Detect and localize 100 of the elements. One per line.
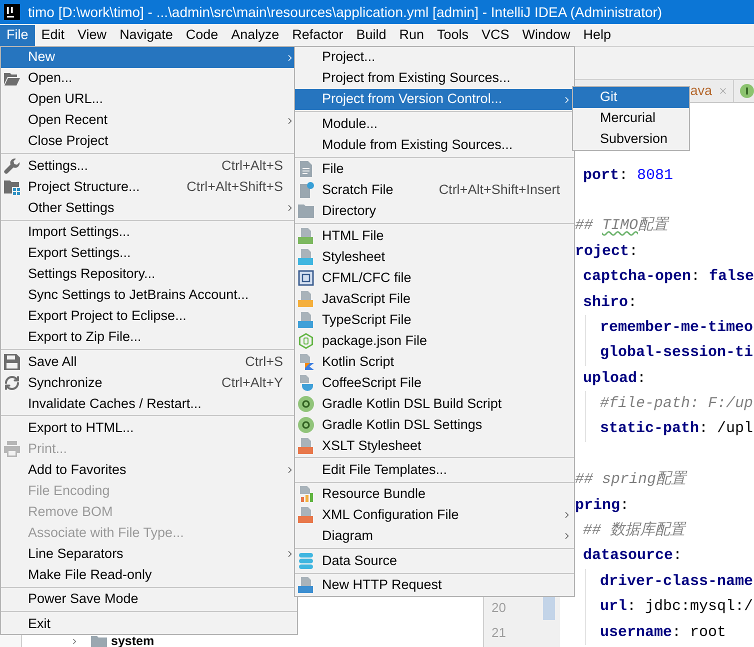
menu-bar-item[interactable]: View bbox=[71, 25, 114, 46]
menu-bar-item[interactable]: Refactor bbox=[286, 25, 350, 46]
menu-item[interactable]: Open... bbox=[1, 68, 297, 89]
menu-item[interactable]: Other Settings bbox=[1, 197, 297, 218]
round-badge-icon bbox=[298, 416, 314, 433]
menu-item[interactable]: XML Configuration File bbox=[295, 504, 574, 526]
menu-bar-item[interactable]: Code bbox=[179, 25, 225, 46]
menu-item[interactable]: Export Project to Eclipse... bbox=[1, 306, 297, 327]
menu-item[interactable]: Export to HTML... bbox=[1, 418, 297, 439]
menu-item[interactable]: Mercurial bbox=[573, 108, 689, 129]
menu-item[interactable]: Power Save Mode bbox=[1, 588, 297, 610]
menu-item[interactable]: Settings Repository... bbox=[1, 264, 297, 285]
code-line: ## TIMO配置 bbox=[575, 217, 668, 236]
shortcut-text: Ctrl+Alt+S bbox=[221, 156, 283, 175]
menu-bar-item[interactable]: VCS bbox=[475, 25, 516, 46]
menu-item[interactable]: TypeScript File bbox=[295, 309, 574, 330]
menu-item[interactable]: HTML File bbox=[295, 225, 574, 246]
menu-item[interactable]: Kotlin Script bbox=[295, 351, 574, 372]
menu-item[interactable]: CFML/CFC file bbox=[295, 267, 574, 288]
tagged-file-icon bbox=[298, 438, 314, 454]
menu-item[interactable]: CoffeeScript File bbox=[295, 372, 574, 394]
tagged-file-icon bbox=[298, 248, 314, 265]
menu-item[interactable]: Scratch File Ctrl+Alt+Shift+Insert bbox=[295, 180, 574, 201]
menu-item[interactable]: Close Project bbox=[1, 131, 297, 152]
code-line: global-session-ti bbox=[600, 344, 754, 362]
menu-item[interactable]: Project from Version Control... bbox=[295, 89, 574, 110]
menu-item[interactable]: Stylesheet bbox=[295, 246, 574, 268]
database-icon bbox=[298, 552, 314, 569]
menu-item[interactable]: Project from Existing Sources... bbox=[295, 68, 574, 89]
menu-item[interactable]: Invalidate Caches / Restart... bbox=[1, 393, 297, 414]
menu-bar-item[interactable]: Tools bbox=[430, 25, 476, 46]
menu-bar-item[interactable]: Navigate bbox=[113, 25, 180, 46]
menu-item[interactable]: Make File Read-only bbox=[1, 564, 297, 586]
menu-item[interactable]: Subversion bbox=[573, 129, 689, 150]
document-chart-icon bbox=[298, 486, 314, 502]
menu-item[interactable]: Gradle Kotlin DSL Settings bbox=[295, 414, 574, 436]
code-line: datasource: bbox=[583, 547, 682, 566]
menu-item[interactable]: Save All Ctrl+S bbox=[1, 351, 297, 372]
open-folder-icon bbox=[4, 70, 20, 86]
menu-bar-item[interactable]: Window bbox=[516, 25, 577, 46]
menu-item[interactable]: Synchronize Ctrl+Alt+Y bbox=[1, 372, 297, 394]
code-line: url: jdbc:mysql:/ bbox=[600, 598, 754, 616]
menu-item[interactable]: Edit File Templates... bbox=[295, 460, 574, 481]
tagged-file-icon bbox=[298, 228, 314, 244]
tagged-file-icon bbox=[298, 290, 314, 307]
menu-bar-item[interactable]: Help bbox=[576, 25, 618, 46]
menu-bar-item[interactable]: File bbox=[0, 25, 35, 46]
menu-item[interactable]: Exit bbox=[1, 613, 297, 634]
code-line: ## spring配置 bbox=[575, 471, 686, 490]
menu-item[interactable]: New bbox=[1, 47, 297, 68]
sync-icon bbox=[4, 374, 20, 391]
menu-item[interactable]: JavaScript File bbox=[295, 288, 574, 310]
round-badge-icon bbox=[298, 396, 314, 412]
menu-item[interactable]: Settings... Ctrl+Alt+S bbox=[1, 155, 297, 176]
document-icon bbox=[298, 161, 314, 178]
menu-item[interactable]: Line Separators bbox=[1, 544, 297, 565]
tagged-file-icon bbox=[298, 312, 314, 328]
menu-item[interactable]: Import Settings... bbox=[1, 222, 297, 243]
tagged-file-icon bbox=[298, 507, 314, 524]
menu-item[interactable]: Directory bbox=[295, 200, 574, 222]
menu-bar-item[interactable]: Run bbox=[392, 25, 430, 46]
menu-item[interactable]: New HTTP Request bbox=[295, 574, 574, 596]
caret-icon bbox=[70, 636, 79, 646]
menu-bar-item[interactable]: Analyze bbox=[224, 25, 286, 46]
menu-item[interactable]: File bbox=[295, 158, 574, 180]
menu-item[interactable]: Data Source bbox=[295, 550, 574, 572]
menu-item[interactable]: XSLT Stylesheet bbox=[295, 435, 574, 456]
window-title: timo [D:\work\timo] - ...\admin\src\main\resources\application.yml [admin] - IntelliJ IDEA (Administrator) bbox=[28, 2, 662, 22]
menu-bar-item[interactable]: Build bbox=[350, 25, 393, 46]
menu-item[interactable]: Open URL... bbox=[1, 89, 297, 110]
menu-item[interactable]: Diagram bbox=[295, 526, 574, 547]
menu-item[interactable]: Open Recent bbox=[1, 110, 297, 131]
hexagon-icon bbox=[298, 332, 314, 349]
menu-item[interactable]: Module... bbox=[295, 113, 574, 134]
code-line: driver-class-name bbox=[600, 572, 754, 591]
wrench-icon bbox=[4, 158, 20, 174]
menu-item[interactable]: Project... bbox=[295, 47, 574, 68]
document-dot-icon bbox=[298, 182, 314, 198]
menu-item[interactable]: package.json File bbox=[295, 330, 574, 352]
code-line: username: root bbox=[600, 624, 726, 642]
menu-bar-item[interactable]: Edit bbox=[34, 25, 72, 46]
menu-item[interactable]: Project Structure... Ctrl+Alt+Shift+S bbox=[1, 176, 297, 198]
printer-icon bbox=[4, 441, 20, 458]
menu-item[interactable]: Resource Bundle bbox=[295, 484, 574, 505]
round-badge-icon bbox=[740, 84, 754, 98]
menu-item[interactable]: Git bbox=[573, 87, 689, 108]
menu-item[interactable]: Sync Settings to JetBrains Account... bbox=[1, 284, 297, 306]
square-frame-icon bbox=[298, 270, 314, 286]
tagged-file-icon bbox=[298, 577, 314, 594]
menu-item[interactable]: Gradle Kotlin DSL Build Script bbox=[295, 393, 574, 414]
folder-grid-icon bbox=[4, 178, 20, 195]
menu-item[interactable]: Export to Zip File... bbox=[1, 326, 297, 348]
menu-item[interactable]: Add to Favorites bbox=[1, 460, 297, 481]
line-number: 20 bbox=[492, 598, 506, 617]
menu-item[interactable]: Export Settings... bbox=[1, 242, 297, 264]
shortcut-text: Ctrl+Alt+Shift+S bbox=[186, 178, 283, 196]
document-cup-icon bbox=[298, 374, 314, 391]
menu-item[interactable]: Module from Existing Sources... bbox=[295, 134, 574, 156]
shortcut-text: Ctrl+Alt+Shift+Insert bbox=[438, 181, 560, 200]
code-line: port: 8081 bbox=[583, 166, 674, 185]
